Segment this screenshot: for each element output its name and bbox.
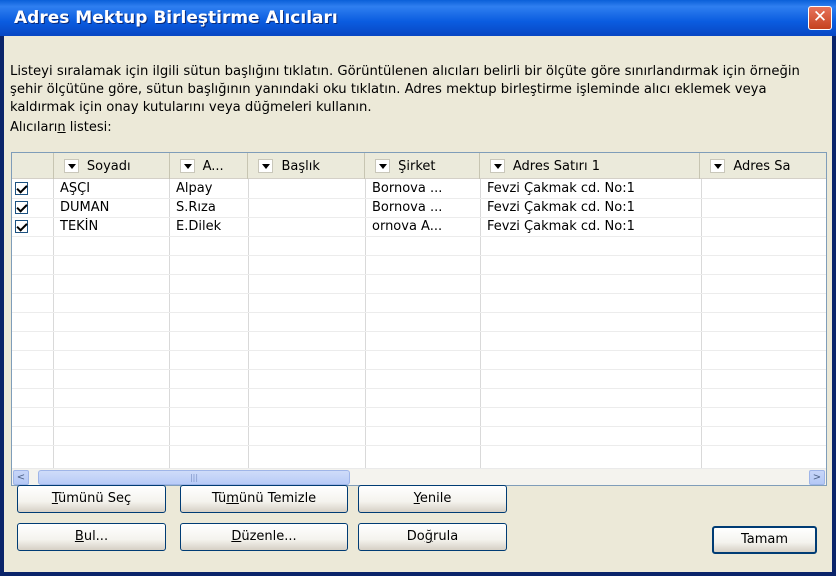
table-row[interactable]: AŞÇI Alpay Bornova ... Fevzi Çakmak cd. … <box>12 180 826 199</box>
cell-ad: S.Rıza <box>176 200 216 215</box>
close-icon[interactable]: ✕ <box>808 6 832 30</box>
column-header-baslik[interactable]: Başlık <box>248 153 366 179</box>
instructions-text: Listeyi sıralamak için ilgili sütun başl… <box>10 64 800 115</box>
recipients-list-label: Alıcıların listesi: <box>10 120 112 135</box>
cell-sirket: ornova A... <box>372 219 443 234</box>
filter-dropdown-icon[interactable] <box>489 159 505 173</box>
header-checkbox-column <box>12 153 54 179</box>
access-key: D <box>231 529 242 544</box>
column-header-adres-satiri-1[interactable]: Adres Satırı 1 <box>480 153 701 179</box>
cell-sirket: Bornova ... <box>372 181 443 196</box>
cell-adres-2 <box>702 218 822 236</box>
column-header-sirket[interactable]: Şirket <box>365 153 480 179</box>
find-button[interactable]: Bul... <box>17 523 166 551</box>
access-key: B <box>74 529 84 544</box>
list-header: Soyadı A... Başlık Şirket Adres Satırı 1 <box>12 153 826 179</box>
cell-baslik <box>249 218 366 236</box>
cell-adres-2 <box>702 180 822 198</box>
row-checkbox[interactable] <box>15 201 28 214</box>
validate-button[interactable]: Doğrula <box>358 523 507 551</box>
filter-dropdown-icon[interactable] <box>63 159 79 173</box>
cell-soyadi: DUMAN <box>60 200 110 215</box>
select-all-button[interactable]: Tümünü Seç <box>17 485 166 513</box>
column-header-soyadi[interactable]: Soyadı <box>54 153 170 179</box>
access-key: n <box>57 120 66 135</box>
table-row[interactable]: TEKİN E.Dilek ornova A... Fevzi Çakmak c… <box>12 218 826 237</box>
table-row[interactable]: DUMAN S.Rıza Bornova ... Fevzi Çakmak cd… <box>12 199 826 218</box>
title-bar[interactable]: Adres Mektup Birleştirme Alıcıları ✕ <box>0 0 836 36</box>
scroll-thumb[interactable]: ||| <box>38 470 350 485</box>
horizontal-scrollbar[interactable]: < ||| > <box>12 468 826 485</box>
cell-soyadi: AŞÇI <box>60 181 91 196</box>
cell-baslik <box>249 199 366 217</box>
filter-dropdown-icon[interactable] <box>179 159 195 173</box>
scroll-right-icon[interactable]: > <box>809 470 825 485</box>
access-key: T <box>51 491 58 506</box>
column-header-label: Soyadı <box>86 158 131 174</box>
cell-sirket: Bornova ... <box>372 200 443 215</box>
dialog-body: Listeyi sıralamak için ilgili sütun başl… <box>4 36 832 572</box>
column-header-label: A... <box>202 158 224 174</box>
cell-soyadi: TEKİN <box>60 219 99 234</box>
window-title: Adres Mektup Birleştirme Alıcıları <box>14 8 338 28</box>
filter-dropdown-icon[interactable] <box>375 159 391 173</box>
filter-dropdown-icon[interactable] <box>258 159 274 173</box>
cell-adres-1: Fevzi Çakmak cd. No:1 <box>487 181 635 196</box>
list-rows: AŞÇI Alpay Bornova ... Fevzi Çakmak cd. … <box>12 180 826 446</box>
row-checkbox[interactable] <box>15 182 28 195</box>
column-header-label: Adres Satırı 1 <box>512 158 601 174</box>
column-header-label: Başlık <box>281 158 320 174</box>
access-key: m <box>226 491 239 506</box>
clear-all-button[interactable]: Tümünü Temizle <box>180 485 348 513</box>
cell-adres-2 <box>702 199 822 217</box>
cell-adres-1: Fevzi Çakmak cd. No:1 <box>487 219 635 234</box>
cell-ad: E.Dilek <box>176 219 222 234</box>
scroll-left-icon[interactable]: < <box>13 470 29 485</box>
column-header-adres-satiri-2[interactable]: Adres Sa <box>700 153 826 179</box>
cell-baslik <box>249 180 366 198</box>
access-key: ğ <box>424 529 434 544</box>
cell-ad: Alpay <box>176 181 213 196</box>
edit-button[interactable]: Düzenle... <box>180 523 348 551</box>
column-header-label: Şirket <box>398 158 436 174</box>
dialog-window: Adres Mektup Birleştirme Alıcıları ✕ Lis… <box>0 0 836 576</box>
recipients-list[interactable]: Soyadı A... Başlık Şirket Adres Satırı 1 <box>11 152 827 486</box>
column-header-ad[interactable]: A... <box>170 153 249 179</box>
ok-button[interactable]: Tamam <box>712 526 817 554</box>
row-checkbox[interactable] <box>15 220 28 233</box>
cell-adres-1: Fevzi Çakmak cd. No:1 <box>487 200 635 215</box>
refresh-button[interactable]: Yenile <box>358 485 507 513</box>
access-key: Y <box>413 491 420 506</box>
column-header-label: Adres Sa <box>733 158 791 174</box>
filter-dropdown-icon[interactable] <box>710 159 726 173</box>
